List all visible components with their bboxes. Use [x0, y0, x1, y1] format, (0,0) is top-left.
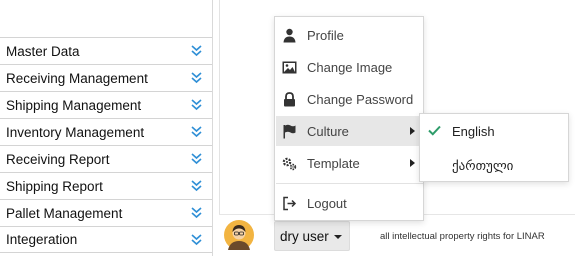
sidebar-item-pallet-management[interactable]: Pallet Management: [0, 199, 212, 226]
double-chevron-down-icon: [191, 45, 202, 57]
double-chevron-down-icon: [191, 234, 202, 246]
check-icon: [428, 125, 441, 136]
menu-item-change-password[interactable]: Change Password: [276, 84, 423, 114]
sidebar-item-integeration[interactable]: Integeration: [0, 226, 212, 253]
flag-icon: [283, 124, 296, 139]
image-icon: [282, 61, 297, 74]
sidebar-item-inventory-management[interactable]: Inventory Management: [0, 118, 212, 145]
double-chevron-down-icon: [191, 153, 202, 165]
sidebar-item-receiving-management[interactable]: Receiving Management: [0, 64, 212, 91]
culture-submenu: English ქართული: [419, 113, 569, 182]
lock-icon: [284, 92, 295, 107]
logout-icon: [283, 196, 297, 211]
sidebar-header-area: [0, 0, 212, 37]
menu-item-profile[interactable]: Profile: [276, 20, 423, 50]
sidebar-item-shipping-management[interactable]: Shipping Management: [0, 91, 212, 118]
sidebar: Master Data Receiving Management Shippin…: [0, 0, 213, 256]
menu-item-change-image[interactable]: Change Image: [276, 52, 423, 82]
sidebar-item-label: Receiving Report: [6, 151, 110, 167]
sidebar-item-label: Master Data: [6, 43, 80, 59]
double-chevron-down-icon: [191, 207, 202, 219]
sidebar-item-receiving-report[interactable]: Receiving Report: [0, 145, 212, 172]
cogs-icon: [282, 157, 297, 171]
sidebar-item-shipping-report[interactable]: Shipping Report: [0, 172, 212, 199]
user-menu-button[interactable]: dry user: [274, 221, 350, 251]
menu-item-culture[interactable]: Culture: [276, 116, 423, 146]
avatar[interactable]: [224, 220, 254, 250]
sidebar-nav: Master Data Receiving Management Shippin…: [0, 37, 212, 253]
culture-option-georgian[interactable]: ქართული: [421, 149, 568, 181]
menu-item-label: Change Password: [307, 92, 414, 107]
double-chevron-down-icon: [191, 72, 202, 84]
submenu-arrow-icon: [410, 127, 415, 135]
menu-item-label: Change Image: [307, 60, 393, 75]
menu-divider: [276, 183, 423, 184]
menu-item-label: Logout: [307, 196, 347, 211]
sidebar-item-label: Shipping Report: [6, 178, 103, 194]
sidebar-item-label: Receiving Management: [6, 70, 148, 86]
user-name: dry user: [280, 228, 329, 244]
menu-item-label: Profile: [307, 28, 344, 43]
caret-down-icon: [334, 235, 342, 239]
sidebar-item-label: Shipping Management: [6, 97, 142, 113]
sidebar-item-label: Integeration: [6, 232, 78, 247]
culture-option-english[interactable]: English: [421, 115, 568, 147]
culture-option-label: ქართული: [452, 158, 514, 173]
sidebar-item-master-data[interactable]: Master Data: [0, 37, 212, 64]
menu-item-template[interactable]: Template: [276, 148, 423, 178]
copyright-text: all intellectual property rights for LIN…: [380, 231, 545, 242]
sidebar-item-label: Pallet Management: [6, 205, 123, 221]
submenu-arrow-icon: [410, 159, 415, 167]
sidebar-item-label: Inventory Management: [6, 124, 145, 140]
menu-item-logout[interactable]: Logout: [276, 188, 423, 218]
menu-item-label: Template: [307, 156, 360, 171]
culture-option-label: English: [452, 124, 495, 139]
user-dropdown-menu: Profile Change Image Change Password Cul…: [274, 16, 424, 221]
double-chevron-down-icon: [191, 180, 202, 192]
menu-item-label: Culture: [307, 124, 349, 139]
double-chevron-down-icon: [191, 126, 202, 138]
user-icon: [283, 28, 296, 43]
double-chevron-down-icon: [191, 99, 202, 111]
